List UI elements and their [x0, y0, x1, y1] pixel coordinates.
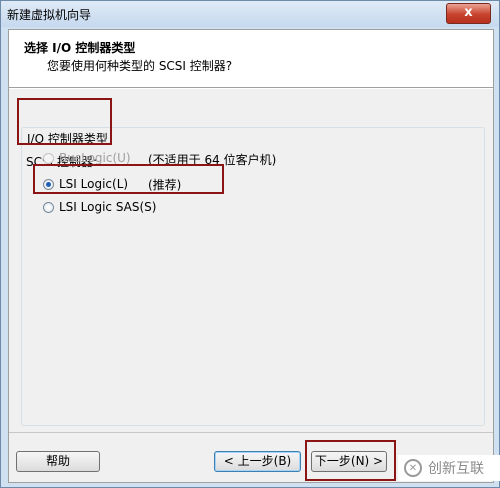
highlight-box-lsi	[33, 164, 224, 194]
wizard-client-area: 选择 I/O 控制器类型 您要使用何种类型的 SCSI 控制器? I/O 控制器…	[8, 29, 494, 483]
window-title: 新建虚拟机向导	[7, 8, 92, 22]
radio-label: BusLogic(U)	[59, 151, 131, 165]
highlight-box-next	[305, 440, 396, 481]
wizard-window: 新建虚拟机向导 x 选择 I/O 控制器类型 您要使用何种类型的 SCSI 控制…	[0, 0, 500, 488]
highlight-box-type	[17, 98, 112, 145]
radio-label: LSI Logic SAS(S)	[59, 200, 157, 214]
radio-lsi-logic-sas[interactable]: LSI Logic SAS(S)	[43, 200, 156, 214]
back-button[interactable]: < 上一步(B)	[214, 451, 301, 472]
wizard-header: 选择 I/O 控制器类型 您要使用何种类型的 SCSI 控制器?	[9, 30, 493, 88]
watermark: ✕ 创新互联	[398, 455, 500, 481]
header-divider	[9, 88, 493, 89]
footer-divider	[9, 432, 493, 433]
watermark-text: 创新互联	[428, 461, 484, 477]
page-subtitle: 您要使用何种类型的 SCSI 控制器?	[47, 59, 233, 73]
page-title: 选择 I/O 控制器类型	[24, 41, 136, 55]
help-button[interactable]: 帮助	[16, 451, 100, 472]
watermark-logo-icon: ✕	[404, 459, 422, 477]
close-button[interactable]: x	[446, 3, 491, 24]
radio-buslogic[interactable]: BusLogic(U)	[43, 151, 131, 165]
radio-indicator	[43, 201, 54, 213]
radio-indicator	[43, 152, 54, 164]
title-bar[interactable]: 新建虚拟机向导 x	[1, 1, 499, 27]
